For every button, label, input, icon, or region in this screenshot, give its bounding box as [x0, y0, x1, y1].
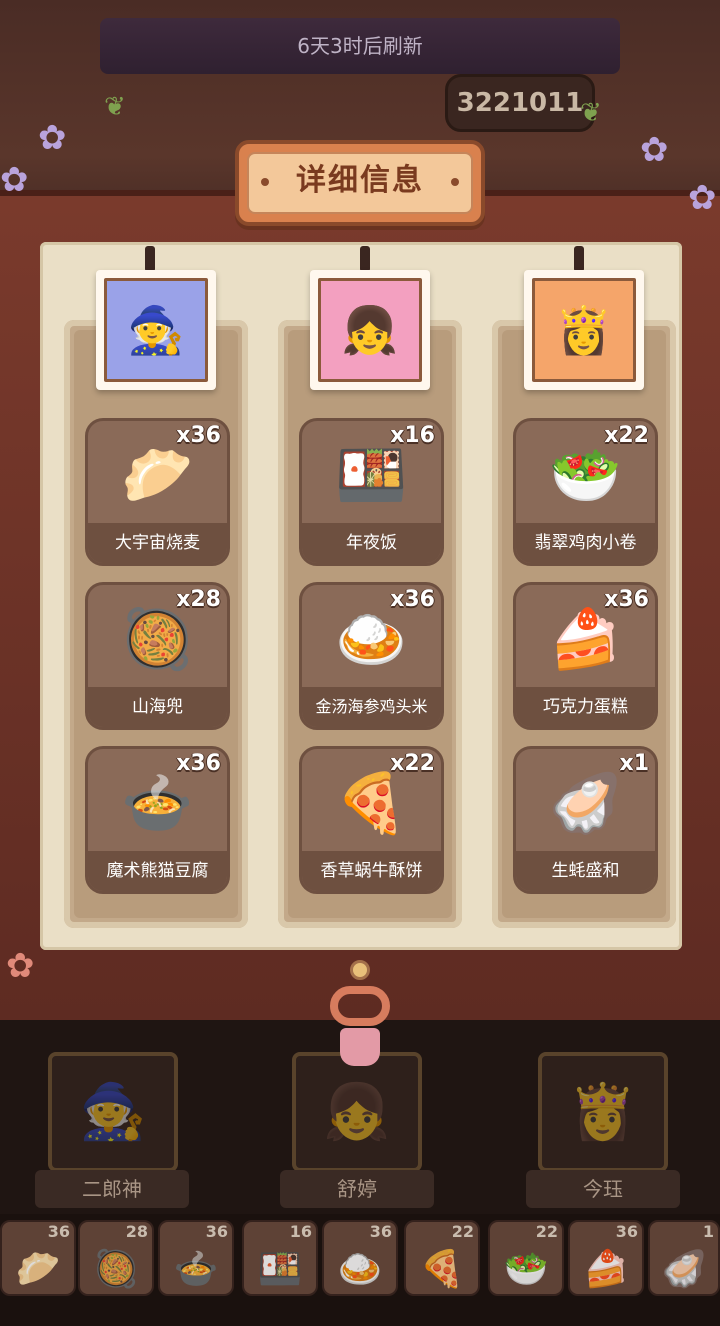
strip-dish-icon: 🥟: [15, 1249, 61, 1290]
leaf-icon: ❦: [580, 98, 602, 128]
strip-slot[interactable]: 🥟 36: [0, 1220, 76, 1296]
character-avatar: 👧: [318, 278, 422, 382]
refresh-timer: 6天3时后刷新: [100, 18, 620, 74]
dish-count: x36: [176, 423, 221, 448]
dish-name: 巧克力蛋糕: [516, 687, 655, 727]
dish-card[interactable]: 🍲 x36 魔术熊猫豆腐: [85, 746, 230, 894]
page-title: 详细信息: [247, 152, 473, 214]
flower-icon: ✿: [688, 178, 717, 218]
title-plate: 详细信息: [235, 140, 485, 226]
leaf-icon: ❦: [104, 92, 126, 122]
strip-slot[interactable]: 🍲 36: [158, 1220, 234, 1296]
pin: [145, 246, 155, 272]
chef-portrait[interactable]: 👸: [524, 270, 644, 390]
flower-icon: ✿: [0, 160, 29, 200]
knot-body: [330, 986, 390, 1026]
strip-dish-icon: 🍲: [173, 1249, 219, 1290]
strip-slot[interactable]: 🥗 22: [488, 1220, 564, 1296]
knot-ring: [350, 960, 370, 980]
dish-name: 大宇宙烧麦: [88, 523, 227, 563]
dish-card[interactable]: 🥘 x28 山海兜: [85, 582, 230, 730]
strip-slot[interactable]: 🦪 1: [648, 1220, 720, 1296]
strip-slot[interactable]: 🍱 16: [242, 1220, 318, 1296]
dish-name: 香草蜗牛酥饼: [302, 851, 441, 891]
dish-name: 金汤海参鸡头米: [302, 687, 441, 727]
chef-portrait[interactable]: 👧: [310, 270, 430, 390]
dish-count: x36: [176, 751, 221, 776]
strip-slot[interactable]: 🍕 22: [404, 1220, 480, 1296]
dish-name: 年夜饭: [302, 523, 441, 563]
strip-slot[interactable]: 🥘 28: [78, 1220, 154, 1296]
dish-count: x22: [390, 751, 435, 776]
strip-dish-icon: 🍕: [419, 1249, 465, 1290]
dish-name: 生蚝盛和: [516, 851, 655, 891]
hero-card[interactable]: 👧: [292, 1052, 422, 1172]
strip-dish-icon: 🍱: [257, 1249, 303, 1290]
dish-count: x1: [619, 751, 650, 776]
pin: [574, 246, 584, 272]
dish-card[interactable]: 🍛 x36 金汤海参鸡头米: [299, 582, 444, 730]
dish-name: 翡翠鸡肉小卷: [516, 523, 655, 563]
strip-count: 36: [47, 1222, 70, 1241]
strip-count: 36: [615, 1222, 638, 1241]
strip-slot[interactable]: 🍰 36: [568, 1220, 644, 1296]
strip-dish-icon: 🥗: [503, 1249, 549, 1290]
dish-count: x36: [390, 587, 435, 612]
hero-name: 今珏: [526, 1170, 680, 1208]
strip-count: 28: [125, 1222, 148, 1241]
strip-dish-icon: 🥘: [93, 1249, 139, 1290]
title-dot-right: [451, 178, 459, 186]
dish-count: x22: [604, 423, 649, 448]
dish-name: 山海兜: [88, 687, 227, 727]
knot-tassel: [340, 1028, 380, 1066]
score-counter: 3221011: [445, 74, 595, 132]
dish-name: 魔术熊猫豆腐: [88, 851, 227, 891]
strip-count: 16: [289, 1222, 312, 1241]
flower-icon: ✿: [38, 118, 67, 158]
dish-card[interactable]: 🍱 x16 年夜饭: [299, 418, 444, 566]
strip-count: 1: [702, 1222, 714, 1241]
strip-dish-icon: 🍛: [337, 1249, 383, 1290]
dish-count: x28: [176, 587, 221, 612]
pin: [360, 246, 370, 272]
dish-card[interactable]: 🍰 x36 巧克力蛋糕: [513, 582, 658, 730]
hero-name: 二郎神: [35, 1170, 189, 1208]
chef-portrait[interactable]: 🧙: [96, 270, 216, 390]
knot-ornament-icon: [325, 958, 395, 1068]
dish-card[interactable]: 🥟 x36 大宇宙烧麦: [85, 418, 230, 566]
strip-count: 36: [205, 1222, 228, 1241]
dish-count: x16: [390, 423, 435, 448]
flower-icon: ✿: [640, 130, 669, 170]
strip-count: 22: [535, 1222, 558, 1241]
dish-card[interactable]: 🦪 x1 生蚝盛和: [513, 746, 658, 894]
hero-name: 舒婷: [280, 1170, 434, 1208]
strip-dish-icon: 🦪: [661, 1249, 707, 1290]
dish-card[interactable]: 🥗 x22 翡翠鸡肉小卷: [513, 418, 658, 566]
strip-count: 36: [369, 1222, 392, 1241]
dish-count: x36: [604, 587, 649, 612]
flower-icon: ✿: [6, 946, 35, 986]
hero-card[interactable]: 👸: [538, 1052, 668, 1172]
strip-slot[interactable]: 🍛 36: [322, 1220, 398, 1296]
dish-card[interactable]: 🍕 x22 香草蜗牛酥饼: [299, 746, 444, 894]
title-dot-left: [261, 178, 269, 186]
hero-card[interactable]: 🧙: [48, 1052, 178, 1172]
character-avatar: 🧙: [104, 278, 208, 382]
character-avatar: 👸: [532, 278, 636, 382]
strip-dish-icon: 🍰: [583, 1249, 629, 1290]
strip-count: 22: [451, 1222, 474, 1241]
